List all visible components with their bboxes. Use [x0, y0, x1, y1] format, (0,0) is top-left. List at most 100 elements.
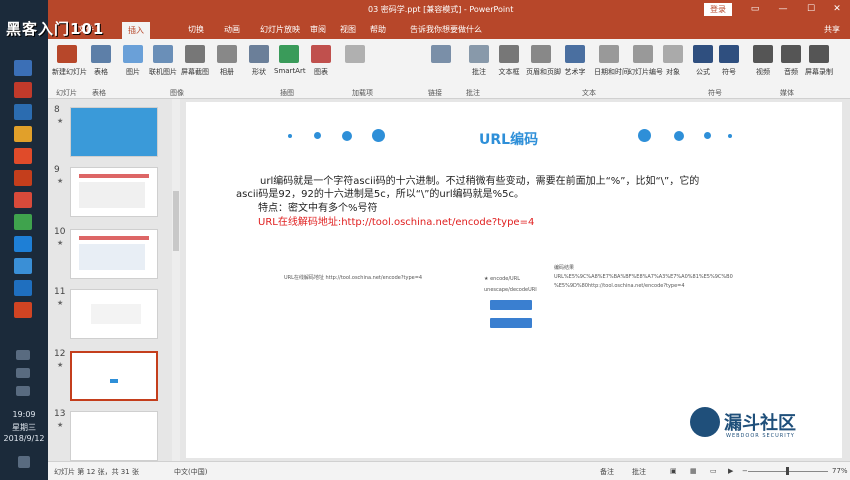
audio-button[interactable]: 音频: [776, 45, 806, 77]
ribbon-display-button[interactable]: ▭: [748, 3, 762, 16]
deco-dot: [704, 132, 711, 139]
tell-me-search[interactable]: 告诉我你想要做什么: [410, 24, 482, 35]
login-button[interactable]: 登录: [704, 3, 732, 16]
slide-thumbnail-10[interactable]: [70, 229, 158, 279]
start-icon[interactable]: [14, 60, 32, 76]
app-icon-9[interactable]: [14, 258, 32, 274]
ribbon-tabs: 文件 插入 切换 动画 幻灯片放映 审阅 视图 帮助 告诉我你想要做什么 共享: [48, 20, 850, 39]
zoom-out-icon[interactable]: −: [742, 467, 748, 475]
inner-decode-label: unescape/decodeURI: [484, 287, 537, 293]
slide-number-icon: [633, 45, 653, 63]
group-comments: 批注: [466, 89, 480, 97]
thumb-content: [79, 174, 149, 178]
inner-result-title: 编码结果: [554, 265, 575, 271]
minimize-button[interactable]: —: [776, 3, 790, 16]
tab-insert[interactable]: 插入: [122, 22, 150, 39]
slide-thumbnail-12[interactable]: [70, 351, 158, 401]
slide-thumbnail-11[interactable]: [70, 289, 158, 339]
thumb-number: 11: [54, 287, 66, 297]
reading-view-icon[interactable]: ▭: [710, 467, 717, 475]
watermark-text: 黑客入门101: [6, 20, 105, 38]
table-icon: [91, 45, 111, 63]
group-symbols: 符号: [708, 89, 722, 97]
group-addins: 加载项: [352, 89, 373, 97]
slide-number-button[interactable]: 幻灯片编号: [628, 45, 663, 77]
share-button[interactable]: 共享: [824, 24, 840, 35]
online-picture-button[interactable]: 联机图片: [148, 45, 178, 77]
tab-review[interactable]: 审阅: [310, 24, 326, 35]
table-button[interactable]: 表格: [86, 45, 116, 77]
app-icon-6[interactable]: [14, 192, 32, 208]
group-illustrations: 插图: [280, 89, 294, 97]
tab-view[interactable]: 视图: [340, 24, 356, 35]
thumb-content: [110, 379, 118, 383]
thumb-number: 9: [54, 165, 60, 175]
thumbnail-scrollbar[interactable]: [172, 99, 180, 461]
app-icon-3[interactable]: [14, 126, 32, 142]
thumb-number: 12: [54, 349, 66, 359]
clock-weekday: 星期三: [12, 423, 36, 432]
notes-button[interactable]: 备注: [600, 467, 614, 477]
app-icon-10[interactable]: [14, 280, 32, 296]
deco-dot: [372, 129, 385, 142]
slide-thumbnail-13[interactable]: [70, 411, 158, 461]
textbox-button[interactable]: 文本框: [494, 45, 524, 77]
comment-button[interactable]: 批注: [464, 45, 494, 77]
window-title: 03 密码学.ppt [兼容模式] - PowerPoint: [368, 5, 514, 14]
app-icon-8[interactable]: [14, 236, 32, 252]
deco-dot: [288, 134, 292, 138]
album-icon: [217, 45, 237, 63]
volume-icon[interactable]: [16, 368, 30, 378]
datetime-button[interactable]: 日期和时间: [594, 45, 629, 77]
header-footer-button[interactable]: 页眉和页脚: [526, 45, 561, 77]
tray-icon[interactable]: [16, 386, 30, 396]
object-button[interactable]: 对象: [658, 45, 688, 77]
tab-animations[interactable]: 动画: [224, 24, 240, 35]
equation-icon: [693, 45, 713, 63]
tab-help[interactable]: 帮助: [370, 24, 386, 35]
screen-record-button[interactable]: 屏幕录制: [804, 45, 834, 77]
maximize-button[interactable]: ☐: [804, 3, 818, 16]
deco-dot: [728, 134, 732, 138]
chart-button[interactable]: 图表: [306, 45, 336, 77]
transition-star-icon: ★: [57, 299, 64, 307]
addin-button[interactable]: [340, 45, 370, 67]
language[interactable]: 中文(中国): [174, 467, 207, 477]
tab-transitions[interactable]: 切换: [188, 24, 204, 35]
wordart-button[interactable]: 艺术字: [560, 45, 590, 77]
app-icon-7[interactable]: [14, 214, 32, 230]
powerpoint-icon[interactable]: [14, 302, 32, 318]
comments-button[interactable]: 批注: [632, 467, 646, 477]
screenshot-button[interactable]: 屏幕截图: [180, 45, 210, 77]
app-icon-4[interactable]: [14, 148, 32, 164]
new-slide-button[interactable]: 新建幻灯片: [52, 45, 87, 77]
symbol-button[interactable]: 符号: [714, 45, 744, 77]
sorter-view-icon[interactable]: ▦: [690, 467, 697, 475]
tab-slideshow[interactable]: 幻灯片放映: [260, 24, 300, 35]
slide-thumbnail-8[interactable]: [70, 107, 158, 157]
thumb-content: [79, 244, 145, 270]
app-icon-5[interactable]: [14, 170, 32, 186]
body-line-4-url: URL在线解码地址:http://tool.oschina.net/encode…: [258, 217, 535, 228]
slide-thumbnail-9[interactable]: [70, 167, 158, 217]
new-slide-icon: [57, 45, 77, 63]
smartart-button[interactable]: SmartArt: [274, 45, 306, 75]
chart-icon: [311, 45, 331, 63]
scroll-thumb[interactable]: [173, 191, 179, 251]
picture-button[interactable]: 图片: [118, 45, 148, 77]
zoom-slider-knob[interactable]: [786, 467, 789, 475]
network-icon[interactable]: [16, 350, 30, 360]
album-button[interactable]: 相册: [212, 45, 242, 77]
app-icon-1[interactable]: [14, 82, 32, 98]
link-button[interactable]: [426, 45, 456, 67]
shapes-button[interactable]: 形状: [244, 45, 274, 77]
notification-icon[interactable]: [18, 456, 30, 468]
symbol-icon: [719, 45, 739, 63]
close-button[interactable]: ✕: [830, 3, 844, 16]
video-button[interactable]: 视频: [748, 45, 778, 77]
zoom-level[interactable]: 77%: [832, 467, 848, 475]
slideshow-icon[interactable]: ▶: [728, 467, 733, 475]
app-icon-2[interactable]: [14, 104, 32, 120]
status-bar: 幻灯片 第 12 张，共 31 张 中文(中国) 备注 批注 ▣ ▦ ▭ ▶ −…: [48, 461, 850, 480]
normal-view-icon[interactable]: ▣: [670, 467, 677, 475]
